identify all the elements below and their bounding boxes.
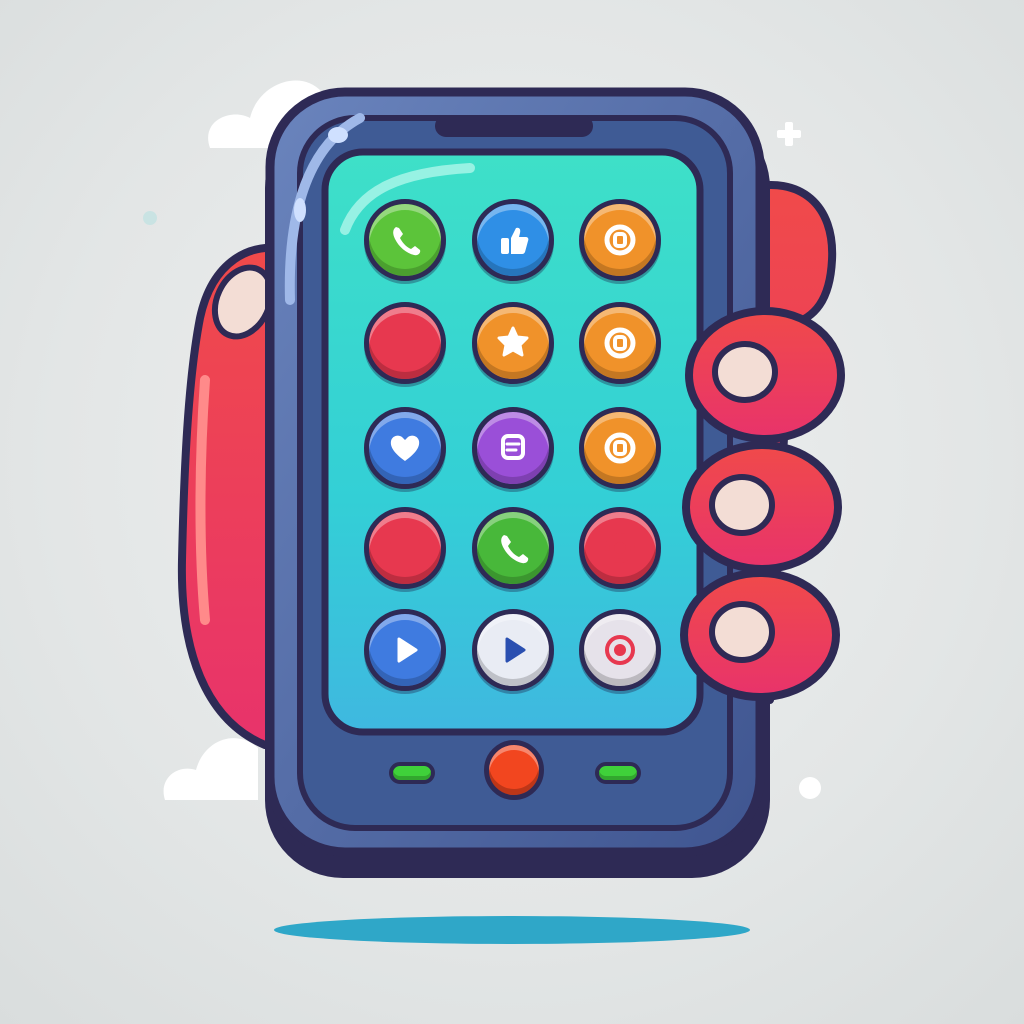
target-icon [599,219,641,261]
speaker-slot [435,115,593,137]
app-button[interactable] [579,302,661,384]
illustration [0,0,1024,1024]
target-icon [599,427,641,469]
phone-glint [328,127,348,143]
play-icon [384,629,426,671]
app-button[interactable] [579,407,661,489]
app-button[interactable] [472,302,554,384]
app-button[interactable] [364,302,446,384]
app-button[interactable] [579,507,661,589]
sparkle-dot [799,777,821,799]
phone-icon [492,527,534,569]
app-button[interactable] [364,609,446,691]
app-button[interactable] [364,199,446,281]
phone-icon [384,219,426,261]
heart-icon [384,527,426,569]
left-hardware-button[interactable] [389,762,435,784]
record-icon [599,629,641,671]
target-icon [599,322,641,364]
chat-icon [492,427,534,469]
play-icon [492,629,534,671]
app-button[interactable] [579,609,661,691]
app-button[interactable] [472,507,554,589]
finger [682,441,842,573]
heart-icon [384,322,426,364]
app-button[interactable] [472,199,554,281]
right-hardware-button[interactable] [595,762,641,784]
ground-shadow [274,916,750,944]
finger [680,569,840,701]
app-button[interactable] [472,407,554,489]
heart-icon [384,427,426,469]
hand-highlight [195,375,210,625]
thumbs-up-icon [492,219,534,261]
cloud-decoration [163,738,258,800]
app-button[interactable] [472,609,554,691]
sparkle-dot [143,211,157,225]
app-button[interactable] [364,407,446,489]
finger [685,307,845,443]
app-button[interactable] [364,507,446,589]
record-icon [599,527,641,569]
home-button[interactable] [484,740,544,800]
sparkle-icon [777,122,801,146]
phone-glint [294,198,306,222]
star-icon [492,322,534,364]
app-button[interactable] [579,199,661,281]
